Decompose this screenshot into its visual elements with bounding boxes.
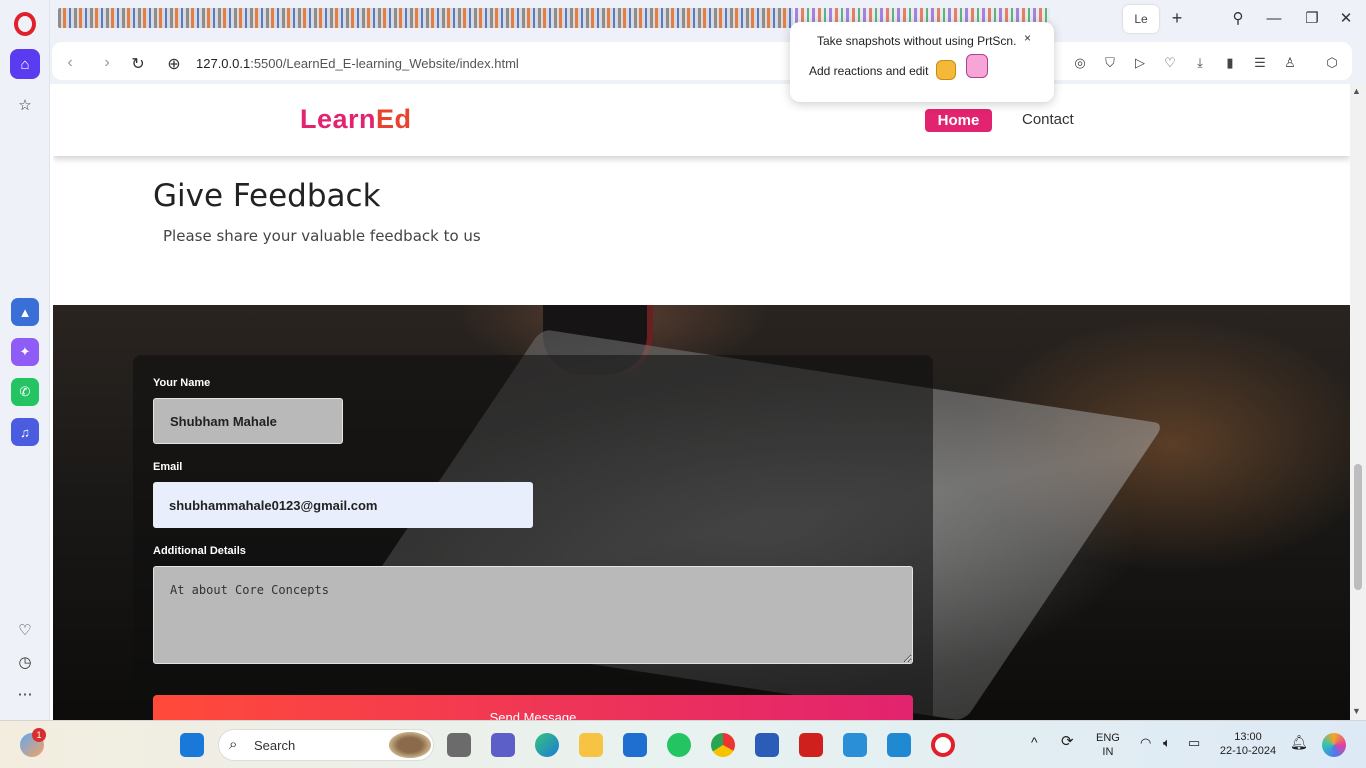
task-view-icon[interactable] <box>447 733 471 757</box>
wifi-icon[interactable]: ◠ <box>1140 736 1151 750</box>
copilot-icon[interactable] <box>1322 733 1346 757</box>
tab-strip: Le + ⚲ — ❐ ✕ <box>50 0 1366 38</box>
language-indicator[interactable]: ENG IN <box>1096 731 1120 759</box>
vscode-icon[interactable] <box>887 733 911 757</box>
taskbar-search[interactable]: ⌕ Search <box>218 729 434 761</box>
name-label: Your Name <box>153 377 211 389</box>
feedback-title: Give Feedback <box>153 178 381 214</box>
word-icon[interactable] <box>755 733 779 757</box>
messenger-icon[interactable]: ✦ <box>11 338 39 366</box>
popup-tip-text: Take snapshots without using PrtScn. <box>817 34 1017 48</box>
popup-close-icon[interactable]: × <box>1024 31 1031 45</box>
email-input[interactable] <box>153 482 533 528</box>
page-scrollbar[interactable]: ▲ ▼ <box>1350 84 1366 720</box>
region-code: IN <box>1102 746 1114 758</box>
pinboard-star-icon[interactable]: ☆ <box>10 90 40 120</box>
whatsapp-icon[interactable]: ✆ <box>11 378 39 406</box>
adblock-shield-icon[interactable]: ⛉ <box>1101 54 1119 72</box>
popup-reactions-text: Add reactions and edit <box>809 64 929 78</box>
chrome-icon[interactable] <box>711 733 735 757</box>
new-tab-icon[interactable]: + <box>1167 8 1187 28</box>
details-textarea[interactable]: At about Core Concepts <box>153 566 913 664</box>
details-label: Additional Details <box>153 545 246 557</box>
more-options-icon[interactable]: ⋯ <box>10 679 40 709</box>
pinned-tabs-strip[interactable] <box>58 8 793 28</box>
scroll-up-icon[interactable]: ▲ <box>1352 86 1361 96</box>
feedback-form: Your Name Email Additional Details At ab… <box>133 355 933 720</box>
feedback-background-image: Your Name Email Additional Details At ab… <box>53 305 1350 720</box>
feedback-subtitle: Please share your valuable feedback to u… <box>163 227 481 245</box>
back-icon[interactable]: ‹ <box>60 54 80 72</box>
aria-app-icon[interactable]: ▲ <box>11 298 39 326</box>
url-host: 127.0.0.1 <box>196 56 251 71</box>
logo-main-text: Learn <box>300 104 377 134</box>
history-clock-icon[interactable]: ◷ <box>10 647 40 677</box>
clock-time: 13:00 <box>1234 731 1262 743</box>
name-input[interactable] <box>153 398 343 444</box>
volume-icon[interactable]: 🔈︎ <box>1163 736 1171 750</box>
reload-icon[interactable]: ↻ <box>128 54 148 74</box>
active-tab-label: Le <box>1134 12 1148 26</box>
forward-icon[interactable]: › <box>97 54 117 72</box>
logo-accent-text: Ed <box>376 104 412 134</box>
file-explorer-icon[interactable] <box>579 733 603 757</box>
url-path: :5500/LearnEd_E-learning_Website/index.h… <box>250 56 519 71</box>
show-hidden-icons[interactable]: ^ <box>1031 735 1038 749</box>
easy-setup-icon[interactable]: ☰ <box>1251 54 1269 72</box>
music-player-icon[interactable]: ♫ <box>11 418 39 446</box>
search-tabs-icon[interactable]: ⚲ <box>1227 8 1249 30</box>
favorites-heart-icon[interactable]: ♡ <box>10 615 40 645</box>
notifications-bell-icon[interactable]: 🔔︎ <box>1290 735 1308 749</box>
nav-home-link[interactable]: Home <box>925 109 992 132</box>
snapshot-camera-icon[interactable]: ◎ <box>1071 54 1089 72</box>
bookmark-heart-icon[interactable]: ♡ <box>1161 54 1179 72</box>
send-message-button[interactable]: Send Message <box>153 695 913 720</box>
edit-emoji-icon <box>966 54 988 78</box>
close-window-icon[interactable]: ✕ <box>1335 8 1357 30</box>
site-header: LearnEd Home Contact <box>53 84 1350 156</box>
nav-contact-link[interactable]: Contact <box>1022 111 1074 128</box>
extensions-cube-icon[interactable]: ⬡ <box>1323 54 1341 72</box>
teams-icon[interactable] <box>491 733 515 757</box>
battery-icon[interactable]: ▭ <box>1188 736 1200 750</box>
snapshot-tip-popup: Take snapshots without using PrtScn. × A… <box>790 22 1054 102</box>
profile-icon[interactable]: ♙ <box>1281 54 1299 72</box>
address-field[interactable]: ‹ › ↻ ⊕ 127.0.0.1:5500/LearnEd_E-learnin… <box>52 42 1352 80</box>
search-icon: ⌕ <box>229 736 238 753</box>
browser-sidebar: ⌂ ☆ ▲ ✦ ✆ ♫ ♡ ◷ ⋯ <box>0 0 50 720</box>
notification-badge: 1 <box>32 728 46 742</box>
address-bar: ‹ › ↻ ⊕ 127.0.0.1:5500/LearnEd_E-learnin… <box>50 38 1366 84</box>
edge-icon[interactable] <box>535 733 559 757</box>
search-placeholder: Search <box>254 738 296 753</box>
downloads-icon[interactable]: ⤓ <box>1191 54 1209 72</box>
opera-logo-icon[interactable] <box>14 12 36 36</box>
start-windows-icon[interactable] <box>180 733 204 757</box>
restore-icon[interactable]: ❐ <box>1301 8 1323 30</box>
clock-date: 22-10-2024 <box>1219 745 1277 757</box>
photos-icon[interactable] <box>843 733 867 757</box>
sync-icon[interactable]: ⟳ <box>1061 734 1074 749</box>
reaction-emoji-icon <box>936 60 956 80</box>
player-icon[interactable]: ▷ <box>1131 54 1149 72</box>
battery-saver-icon[interactable]: ▮ <box>1221 54 1239 72</box>
scroll-down-icon[interactable]: ▼ <box>1352 706 1361 716</box>
acrobat-icon[interactable] <box>799 733 823 757</box>
url-text[interactable]: 127.0.0.1:5500/LearnEd_E-learning_Websit… <box>196 56 519 71</box>
page-viewport: LearnEd Home Contact Give Feedback Pleas… <box>53 84 1350 720</box>
clock[interactable]: 13:00 22-10-2024 <box>1218 730 1278 758</box>
windows-taskbar: 1 ⌕ Search ^ ⟳ ENG IN ◠ 🔈︎ ▭ 13:00 22-10-2… <box>0 720 1366 768</box>
home-icon[interactable]: ⌂ <box>10 49 40 79</box>
site-info-globe-icon[interactable]: ⊕ <box>164 54 184 74</box>
email-label: Email <box>153 461 183 473</box>
search-highlight-icon <box>389 732 431 758</box>
language-code: ENG <box>1096 732 1120 744</box>
learned-logo[interactable]: LearnEd <box>300 104 412 135</box>
ms-store-icon[interactable] <box>623 733 647 757</box>
scroll-thumb[interactable] <box>1354 464 1362 590</box>
minimize-icon[interactable]: — <box>1263 8 1285 30</box>
opera-taskbar-icon[interactable] <box>931 733 955 757</box>
active-tab[interactable]: Le <box>1123 5 1159 33</box>
whatsapp-taskbar-icon[interactable] <box>667 733 691 757</box>
